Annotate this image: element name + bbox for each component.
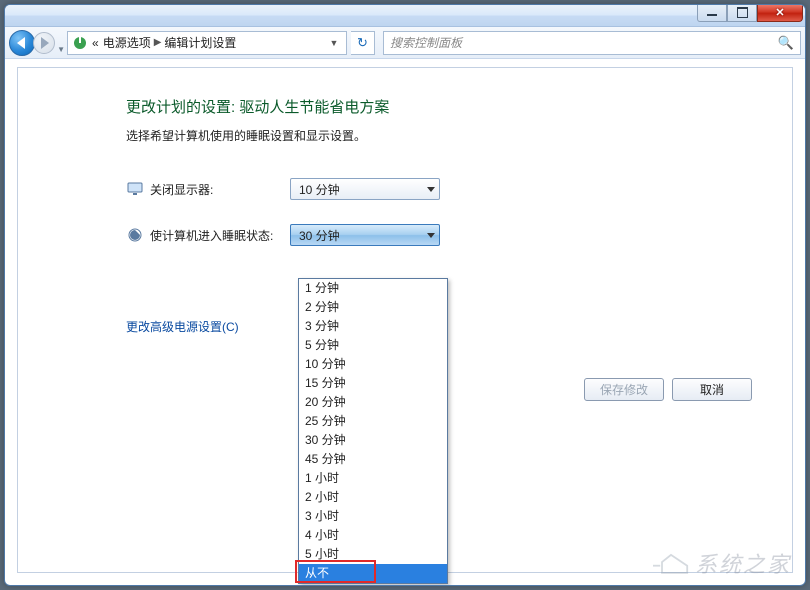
maximize-button[interactable] [727, 4, 757, 22]
chevron-down-icon [427, 187, 435, 192]
dropdown-option[interactable]: 2 分钟 [299, 298, 447, 317]
search-box[interactable]: 🔍 [383, 31, 801, 55]
dropdown-option[interactable]: 5 分钟 [299, 336, 447, 355]
page-description: 选择希望计算机使用的睡眠设置和显示设置。 [126, 127, 792, 144]
nav-bar: ▼ « 电源选项 ▶ 编辑计划设置 ▼ ↻ 🔍 [5, 27, 805, 59]
chevron-right-icon: ▶ [154, 37, 162, 48]
search-input[interactable] [390, 36, 778, 50]
dropdown-option[interactable]: 3 分钟 [299, 317, 447, 336]
titlebar [5, 5, 805, 27]
monitor-icon [126, 180, 144, 198]
nav-history: ▼ [9, 30, 63, 56]
page-title: 更改计划的设置: 驱动人生节能省电方案 [126, 96, 792, 117]
footer-buttons: 保存修改 取消 [584, 378, 752, 401]
row-sleep: 使计算机进入睡眠状态: 30 分钟 [126, 224, 792, 246]
back-button[interactable] [9, 30, 35, 56]
row-turn-off-display: 关闭显示器: 10 分钟 [126, 178, 792, 200]
refresh-button[interactable]: ↻ [351, 31, 375, 55]
breadcrumb: « 电源选项 ▶ 编辑计划设置 [92, 34, 322, 51]
sleep-dropdown-list[interactable]: 1 分钟2 分钟3 分钟5 分钟10 分钟15 分钟20 分钟25 分钟30 分… [298, 278, 448, 584]
dropdown-option[interactable]: 20 分钟 [299, 393, 447, 412]
sleep-combo[interactable]: 30 分钟 [290, 224, 440, 246]
dropdown-option[interactable]: 4 小时 [299, 526, 447, 545]
cancel-button[interactable]: 取消 [672, 378, 752, 401]
power-plan-icon [72, 35, 88, 51]
breadcrumb-part1[interactable]: 电源选项 [103, 34, 151, 51]
breadcrumb-part2[interactable]: 编辑计划设置 [164, 34, 236, 51]
dropdown-option[interactable]: 1 分钟 [299, 279, 447, 298]
turn-off-display-value: 10 分钟 [299, 181, 427, 198]
save-button[interactable]: 保存修改 [584, 378, 664, 401]
content-pane: 更改计划的设置: 驱动人生节能省电方案 选择希望计算机使用的睡眠设置和显示设置。… [17, 67, 793, 573]
search-icon: 🔍 [778, 35, 794, 51]
close-button[interactable] [757, 4, 803, 22]
sleep-label: 使计算机进入睡眠状态: [150, 227, 290, 244]
dropdown-option[interactable]: 1 小时 [299, 469, 447, 488]
advanced-power-settings-link[interactable]: 更改高级电源设置(C) [126, 318, 239, 335]
chevron-down-icon [427, 233, 435, 238]
turn-off-display-combo[interactable]: 10 分钟 [290, 178, 440, 200]
dropdown-option[interactable]: 25 分钟 [299, 412, 447, 431]
minimize-button[interactable] [697, 4, 727, 22]
history-dropdown-icon[interactable]: ▼ [57, 45, 65, 54]
dropdown-option[interactable]: 10 分钟 [299, 355, 447, 374]
sleep-value: 30 分钟 [299, 227, 427, 244]
sleep-icon [126, 226, 144, 244]
forward-button[interactable] [33, 32, 55, 54]
window-controls [697, 4, 803, 22]
breadcrumb-prefix: « [92, 36, 99, 50]
dropdown-option[interactable]: 5 小时 [299, 545, 447, 564]
window-frame: ▼ « 电源选项 ▶ 编辑计划设置 ▼ ↻ 🔍 更改计划的设置: 驱动人生节能省… [4, 4, 806, 586]
address-bar[interactable]: « 电源选项 ▶ 编辑计划设置 ▼ [67, 31, 347, 55]
dropdown-option[interactable]: 从不 [299, 564, 447, 583]
address-dropdown-icon[interactable]: ▼ [326, 38, 342, 48]
dropdown-option[interactable]: 3 小时 [299, 507, 447, 526]
turn-off-display-label: 关闭显示器: [150, 181, 290, 198]
dropdown-option[interactable]: 15 分钟 [299, 374, 447, 393]
dropdown-option[interactable]: 45 分钟 [299, 450, 447, 469]
dropdown-option[interactable]: 30 分钟 [299, 431, 447, 450]
dropdown-option[interactable]: 2 小时 [299, 488, 447, 507]
